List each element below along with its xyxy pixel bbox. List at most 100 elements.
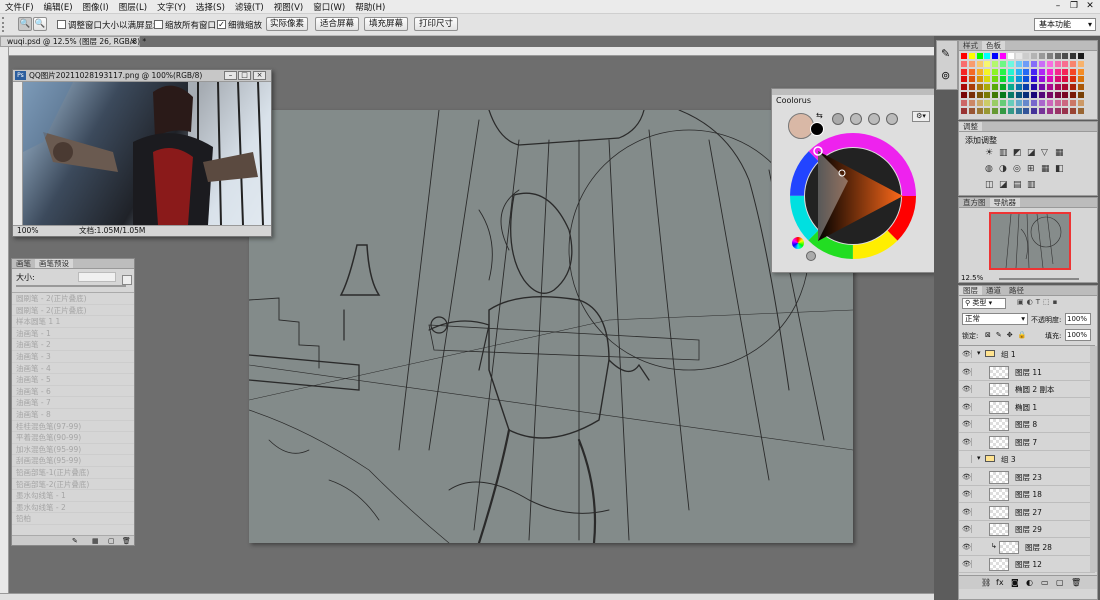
document-canvas[interactable] [248, 109, 854, 545]
color-swatch[interactable] [1007, 68, 1014, 75]
visibility-eye-icon[interactable]: 👁 [962, 507, 972, 516]
adjustment-icon[interactable]: ▽ [1041, 148, 1048, 158]
layer-row[interactable]: 👁 椭圆 2 副本 [959, 381, 1095, 398]
color-swatch[interactable] [1078, 99, 1084, 106]
menu-view[interactable]: 视图(V) [269, 1, 308, 13]
menu-type[interactable]: 文字(Y) [152, 1, 191, 13]
visibility-eye-icon[interactable]: 👁 [962, 490, 972, 498]
color-swatch[interactable] [1007, 53, 1014, 59]
brush-tool-icon[interactable]: ✎ [72, 537, 78, 545]
color-swatch[interactable] [1078, 53, 1084, 59]
color-swatch[interactable] [976, 60, 983, 67]
visibility-eye-icon[interactable]: 👁 [962, 367, 972, 376]
color-swatch[interactable] [984, 68, 991, 75]
menu-file[interactable]: 文件(F) [0, 1, 39, 13]
color-swatch[interactable] [1078, 68, 1084, 75]
brush-preset-item[interactable]: 圆刷笔 - 2(正片叠底) [12, 293, 134, 305]
layer-row[interactable]: 👁 图层 7 [959, 433, 1095, 451]
color-swatch[interactable] [1031, 84, 1038, 91]
tab-styles[interactable]: 样式 [959, 41, 982, 50]
layer-filter-select[interactable]: ⚲ 类型 ▾ [962, 298, 1006, 309]
layer-row[interactable]: 👁 ▾ 组 1 [959, 346, 1095, 363]
color-swatch[interactable] [1039, 92, 1045, 98]
layer-row[interactable]: 👁 图层 23 [959, 468, 1095, 486]
visibility-eye-icon[interactable]: 👁 [962, 472, 972, 481]
color-swatch[interactable] [1000, 53, 1006, 59]
color-swatch[interactable] [1023, 76, 1030, 83]
color-swatch[interactable] [1062, 76, 1069, 83]
color-swatch[interactable] [1078, 84, 1084, 91]
color-swatch[interactable] [968, 76, 975, 83]
color-swatch[interactable] [1039, 99, 1045, 106]
color-swatch[interactable] [1007, 107, 1014, 114]
adjustment-icon[interactable]: ▥ [999, 148, 1008, 158]
visibility-eye-icon[interactable] [962, 455, 972, 463]
color-swatch[interactable] [1062, 84, 1069, 91]
color-swatch[interactable] [1062, 68, 1069, 75]
layer-row[interactable]: 👁 图层 27 [959, 503, 1095, 521]
color-swatch[interactable] [1070, 76, 1077, 83]
visibility-eye-icon[interactable]: 👁 [962, 420, 972, 428]
color-swatch[interactable] [1046, 53, 1053, 59]
brush-preset-item[interactable]: 平着混色笔(90-99) [12, 432, 134, 444]
adjustment-icon[interactable]: ◪ [1027, 148, 1036, 158]
tab-brush-presets[interactable]: 画笔预设 [35, 259, 73, 268]
color-swatch[interactable] [1054, 107, 1061, 114]
color-swatch[interactable] [1000, 68, 1006, 75]
brush-panel-icon[interactable]: ✎ [941, 47, 950, 60]
color-swatch[interactable] [1046, 107, 1053, 114]
color-swatch[interactable] [1070, 53, 1077, 59]
color-swatch[interactable] [1070, 60, 1077, 67]
new-preset-icon[interactable]: ▢ [108, 537, 115, 545]
color-swatch[interactable] [992, 99, 999, 106]
color-swatch[interactable] [1015, 92, 1022, 98]
reference-image-window[interactable]: Ps QQ图片20211028193117.png @ 100%(RGB/8) … [12, 69, 272, 237]
color-swatch[interactable] [1054, 53, 1061, 59]
brush-size-slider[interactable] [16, 285, 126, 287]
visibility-eye-icon[interactable]: 👁 [962, 542, 972, 551]
adjustment-icon[interactable]: ◩ [1013, 148, 1022, 158]
brush-preset-item[interactable]: 油画笔 - 7 [12, 397, 134, 409]
print-size-button[interactable]: 打印尺寸 [414, 17, 458, 31]
tab-brush[interactable]: 画笔 [12, 259, 35, 268]
reference-zoom[interactable]: 100% [17, 226, 38, 236]
color-swatch[interactable] [961, 84, 967, 91]
color-swatch[interactable] [1039, 84, 1045, 91]
color-swatch[interactable] [961, 60, 967, 67]
color-swatch[interactable] [1000, 92, 1006, 98]
color-swatch[interactable] [1046, 92, 1053, 98]
tab-paths[interactable]: 路径 [1005, 286, 1028, 295]
color-wheel[interactable] [788, 131, 918, 261]
link-icon[interactable]: ⛓ [981, 578, 991, 587]
tab-adjustments[interactable]: 调整 [959, 122, 982, 131]
color-swatch[interactable] [992, 68, 999, 75]
actual-pixels-button[interactable]: 实际像素 [266, 17, 308, 31]
swap-colors-icon[interactable]: ⇆ [816, 111, 823, 120]
color-swatch[interactable] [1015, 99, 1022, 106]
color-swatch[interactable] [976, 68, 983, 75]
trash-icon[interactable]: 🗑 [122, 537, 131, 545]
close-icon[interactable]: × [253, 71, 266, 80]
opacity-input[interactable]: 100% [1065, 313, 1091, 325]
trash-icon[interactable]: 🗑 [1071, 578, 1081, 587]
color-swatch[interactable] [1070, 68, 1077, 75]
color-swatch[interactable] [992, 53, 999, 59]
visibility-eye-icon[interactable]: 👁 [962, 350, 972, 358]
color-swatch[interactable] [1046, 60, 1053, 67]
color-swatch[interactable] [1054, 99, 1061, 106]
reference-window-titlebar[interactable]: Ps QQ图片20211028193117.png @ 100%(RGB/8) … [13, 70, 271, 82]
brush-preset-item[interactable]: 油画笔 - 2 [12, 339, 134, 351]
color-swatch[interactable] [992, 76, 999, 83]
color-swatch[interactable] [961, 68, 967, 75]
color-swatch[interactable] [1007, 99, 1014, 106]
color-swatch[interactable] [1054, 84, 1061, 91]
brush-preset-item[interactable]: 墨水勾线笔 - 1 [12, 490, 134, 502]
lock-icons[interactable]: ⊠✎✥🔒 [985, 331, 1031, 339]
filter-icons[interactable]: ▣◐T⬚▪ [1017, 298, 1097, 309]
mask-icon[interactable]: ◙ [1011, 578, 1019, 587]
color-swatch[interactable] [1062, 107, 1069, 114]
fx-icon[interactable]: fx [996, 578, 1004, 587]
folder-icon[interactable]: ▭ [1041, 578, 1049, 587]
color-swatch[interactable] [976, 92, 983, 98]
brush-preset-item[interactable]: 油画笔 - 6 [12, 386, 134, 398]
